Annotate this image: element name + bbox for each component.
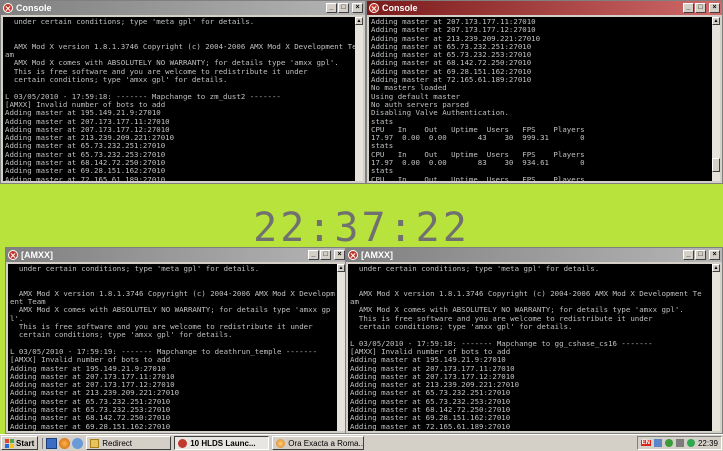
- window-title: [AMXX]: [361, 250, 393, 260]
- taskbar: Start Redirect 10 HLDS Launc... Ora Exac…: [0, 434, 723, 451]
- title-bar[interactable]: Console _ □ ×: [1, 1, 365, 15]
- console-output: under certain conditions; type 'meta gpl…: [348, 264, 712, 431]
- task-hlds-launcher[interactable]: 10 HLDS Launc...: [174, 436, 270, 450]
- maximize-button[interactable]: □: [320, 250, 331, 260]
- console-window-top-left[interactable]: Console _ □ × under certain conditions; …: [0, 0, 366, 184]
- language-indicator[interactable]: EN: [640, 440, 651, 446]
- minimize-button[interactable]: _: [326, 3, 337, 13]
- console-app-icon: [369, 3, 379, 13]
- console-window-bottom-left[interactable]: [AMXX] _ □ × under certain conditions; t…: [5, 247, 348, 434]
- scroll-up-arrow-icon[interactable]: ▲: [337, 264, 345, 272]
- maximize-button[interactable]: □: [695, 3, 706, 13]
- vertical-scrollbar[interactable]: ▲: [355, 17, 363, 181]
- console-window-top-right[interactable]: Console _ □ × Adding master at 207.173.1…: [366, 0, 723, 184]
- close-button[interactable]: ×: [709, 3, 720, 13]
- close-button[interactable]: ×: [709, 250, 720, 260]
- minimize-button[interactable]: _: [683, 250, 694, 260]
- folder-icon: [90, 438, 100, 448]
- task-label: Redirect: [102, 438, 133, 448]
- scroll-up-arrow-icon[interactable]: ▲: [355, 17, 363, 25]
- vertical-scrollbar[interactable]: ▲: [712, 264, 720, 431]
- minimize-button[interactable]: _: [683, 3, 694, 13]
- console-output: under certain conditions; type 'meta gpl…: [3, 17, 355, 181]
- task-label: Ora Exacta a Roma...: [288, 438, 365, 448]
- antivirus-icon[interactable]: [664, 439, 673, 447]
- maximize-button[interactable]: □: [695, 250, 706, 260]
- media-player-icon[interactable]: [72, 437, 84, 449]
- windows-logo-icon: [5, 438, 14, 448]
- volume-icon[interactable]: [675, 439, 684, 447]
- task-label: 10 HLDS Launc...: [190, 438, 256, 448]
- quick-launch: [42, 437, 84, 449]
- task-redirect[interactable]: Redirect: [86, 436, 172, 450]
- close-button[interactable]: ×: [334, 250, 345, 260]
- console-output: Adding master at 207.173.177.11:27010 Ad…: [369, 17, 712, 181]
- tray-clock: 22:39: [697, 438, 718, 448]
- title-bar[interactable]: [AMXX] _ □ ×: [6, 248, 347, 262]
- system-tray: EN 22:39: [636, 436, 722, 450]
- console-output: under certain conditions; type 'meta gpl…: [8, 264, 337, 431]
- window-title: Console: [16, 3, 52, 13]
- start-button[interactable]: Start: [1, 436, 39, 450]
- start-label: Start: [16, 438, 35, 448]
- vertical-scrollbar[interactable]: ▲: [337, 264, 345, 431]
- network-icon[interactable]: [653, 439, 662, 447]
- vertical-scrollbar[interactable]: ▲: [712, 17, 720, 181]
- window-title: [AMXX]: [21, 250, 53, 260]
- show-desktop-icon[interactable]: [46, 437, 58, 449]
- console-app-icon: [348, 250, 358, 260]
- messenger-icon[interactable]: [686, 439, 695, 447]
- scroll-up-arrow-icon[interactable]: ▲: [712, 17, 720, 25]
- console-app-icon: [3, 3, 13, 13]
- browser-icon: [276, 438, 286, 448]
- maximize-button[interactable]: □: [338, 3, 349, 13]
- scroll-thumb[interactable]: [712, 158, 720, 172]
- scroll-up-arrow-icon[interactable]: ▲: [712, 264, 720, 272]
- task-browser[interactable]: Ora Exacta a Roma...: [272, 436, 365, 450]
- title-bar[interactable]: [AMXX] _ □ ×: [346, 248, 722, 262]
- console-window-bottom-right[interactable]: [AMXX] _ □ × under certain conditions; t…: [345, 247, 723, 434]
- close-button[interactable]: ×: [352, 3, 363, 13]
- desktop-clock: 22:37:22: [253, 205, 470, 251]
- browser-quicklaunch-icon[interactable]: [59, 437, 71, 449]
- window-title: Console: [382, 3, 418, 13]
- title-bar[interactable]: Console _ □ ×: [367, 1, 722, 15]
- console-app-icon: [8, 250, 18, 260]
- minimize-button[interactable]: _: [308, 250, 319, 260]
- console-app-icon: [178, 438, 188, 448]
